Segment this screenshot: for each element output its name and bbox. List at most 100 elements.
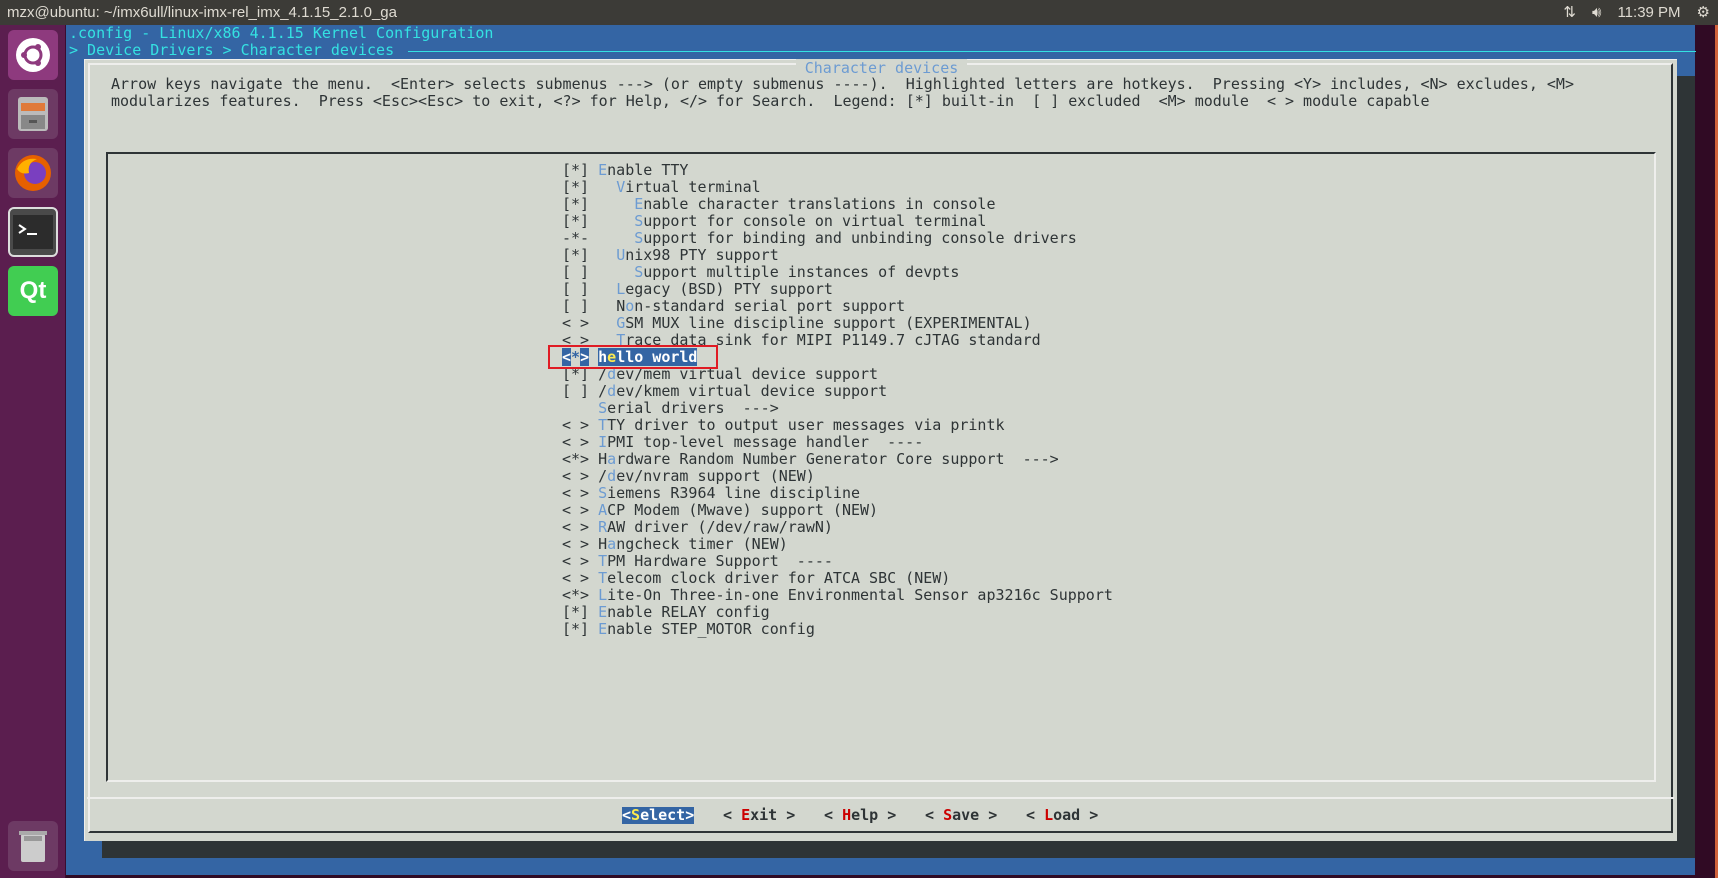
item-state[interactable]: [*] xyxy=(562,603,589,621)
item-label: Non-standard serial port support xyxy=(616,297,905,315)
menu-item[interactable]: < > GSM MUX line discipline support (EXP… xyxy=(562,315,1032,332)
item-state[interactable]: <*> xyxy=(562,450,589,468)
help-text: Arrow keys navigate the menu. <Enter> se… xyxy=(111,76,1574,110)
item-state[interactable]: < > xyxy=(562,535,589,553)
item-label: IPMI top-level message handler ---- xyxy=(598,433,923,451)
menu-item[interactable]: < > RAW driver (/dev/raw/rawN) xyxy=(562,519,833,536)
item-label: Enable TTY xyxy=(598,161,688,179)
menu-item[interactable]: < > /dev/nvram support (NEW) xyxy=(562,468,815,485)
menu-item[interactable]: < > Telecom clock driver for ATCA SBC (N… xyxy=(562,570,950,587)
menu-item[interactable]: [ ] Non-standard serial port support xyxy=(562,298,905,315)
label-text: nable STEP_MOTOR config xyxy=(607,620,815,638)
terminal-icon[interactable] xyxy=(8,207,58,257)
menu-item[interactable]: -*- Support for binding and unbinding co… xyxy=(562,230,1077,247)
item-label: Legacy (BSD) PTY support xyxy=(616,280,833,298)
menu-item[interactable]: [ ] /dev/kmem virtual device support xyxy=(562,383,887,400)
item-state[interactable]: < > xyxy=(562,501,589,519)
item-state[interactable]: < > xyxy=(562,569,589,587)
exit-button[interactable]: < Exit > xyxy=(723,807,795,824)
item-state[interactable]: [*] xyxy=(562,212,589,230)
network-updown-icon[interactable]: ⇅ xyxy=(1563,3,1576,21)
load-button[interactable]: < Load > xyxy=(1026,807,1098,824)
gear-icon[interactable]: ⚙ xyxy=(1697,3,1710,21)
item-state[interactable]: < > xyxy=(562,467,589,485)
item-state[interactable] xyxy=(562,399,589,417)
item-label: /dev/kmem virtual device support xyxy=(598,382,887,400)
item-label: /dev/nvram support (NEW) xyxy=(598,467,815,485)
menu-item[interactable]: [*] Enable TTY xyxy=(562,162,688,179)
menu-item[interactable]: < > TPM Hardware Support ---- xyxy=(562,553,833,570)
menu-item[interactable]: < > Hangcheck timer (NEW) xyxy=(562,536,788,553)
item-state[interactable]: < > xyxy=(562,416,589,434)
hotkey: R xyxy=(598,518,608,536)
label-text: nable character translations in console xyxy=(643,195,996,213)
menu-item[interactable]: < > Siemens R3964 line discipline xyxy=(562,485,860,502)
item-state[interactable]: [ ] xyxy=(562,263,589,281)
help-button[interactable]: < Help > xyxy=(824,807,896,824)
clock[interactable]: 11:39 PM xyxy=(1617,4,1680,21)
item-label: Support for binding and unbinding consol… xyxy=(634,229,1077,247)
item-state[interactable]: < > xyxy=(562,552,589,570)
ubuntu-dash-icon[interactable] xyxy=(8,30,58,80)
menu-item[interactable]: [*] Unix98 PTY support xyxy=(562,247,779,264)
menu-item[interactable]: [*] Enable character translations in con… xyxy=(562,196,995,213)
item-state[interactable]: [*] xyxy=(562,178,589,196)
item-state[interactable]: [*] xyxy=(562,246,589,264)
label-text: nix98 PTY support xyxy=(625,246,779,264)
item-state[interactable]: <*> xyxy=(562,586,589,604)
menu-item[interactable]: < > TTY driver to output user messages v… xyxy=(562,417,1005,434)
menu-item[interactable]: <*> Hardware Random Number Generator Cor… xyxy=(562,451,1059,468)
menu-item[interactable]: < > IPMI top-level message handler ---- xyxy=(562,434,923,451)
button-hotkey: E xyxy=(741,806,751,824)
item-state[interactable]: -*- xyxy=(562,229,589,247)
button-hotkey: S xyxy=(631,806,641,824)
label-text: ite-On Three-in-one Environmental Sensor… xyxy=(607,586,1113,604)
label-text: n-standard serial port support xyxy=(634,297,906,315)
trash-icon[interactable] xyxy=(8,821,58,871)
menu-item[interactable]: [*] Virtual terminal xyxy=(562,179,761,196)
menu-item[interactable]: [ ] Support multiple instances of devpts xyxy=(562,264,959,281)
item-state[interactable]: [*] xyxy=(562,620,589,638)
item-label: Lite-On Three-in-one Environmental Senso… xyxy=(598,586,1113,604)
highlight-annotation xyxy=(548,345,718,369)
button-hotkey: L xyxy=(1044,806,1054,824)
item-state[interactable]: [ ] xyxy=(562,297,589,315)
item-label: Siemens R3964 line discipline xyxy=(598,484,860,502)
menu-item[interactable]: Serial drivers ---> xyxy=(562,400,779,417)
help-line-1: Arrow keys navigate the menu. <Enter> se… xyxy=(111,75,1574,93)
qt-creator-icon[interactable]: Qt xyxy=(8,266,58,316)
hotkey: V xyxy=(616,178,626,196)
menu-item[interactable]: [ ] Legacy (BSD) PTY support xyxy=(562,281,833,298)
menu-item[interactable]: <*> Lite-On Three-in-one Environmental S… xyxy=(562,587,1113,604)
item-state[interactable]: [*] xyxy=(562,195,589,213)
label-text: PM Hardware Support ---- xyxy=(607,552,833,570)
label-text: AW driver (/dev/raw/rawN) xyxy=(607,518,833,536)
item-state[interactable]: < > xyxy=(562,433,589,451)
menu-item[interactable]: [*] Support for console on virtual termi… xyxy=(562,213,986,230)
item-state[interactable]: < > xyxy=(562,314,589,332)
firefox-icon[interactable] xyxy=(8,148,58,198)
volume-icon[interactable]: 🔊︎ xyxy=(1592,4,1601,21)
item-state[interactable]: < > xyxy=(562,484,589,502)
launcher: Qt xyxy=(0,25,66,878)
label-text: nable TTY xyxy=(607,161,689,179)
hotkey: o xyxy=(625,297,635,315)
item-state[interactable]: [ ] xyxy=(562,280,589,298)
item-state[interactable]: [*] xyxy=(562,161,589,179)
hotkey: T xyxy=(598,416,608,434)
files-icon[interactable] xyxy=(8,89,58,139)
item-label: Hangcheck timer (NEW) xyxy=(598,535,788,553)
menu-item[interactable]: [*] Enable RELAY config xyxy=(562,604,770,621)
label-text: H xyxy=(598,450,608,468)
item-label: TTY driver to output user messages via p… xyxy=(598,416,1004,434)
menu-item[interactable]: < > ACP Modem (Mwave) support (NEW) xyxy=(562,502,878,519)
item-state[interactable]: < > xyxy=(562,518,589,536)
select-button[interactable]: <Select> xyxy=(622,806,695,824)
item-state[interactable]: [ ] xyxy=(562,382,589,400)
window-title: mzx@ubuntu: ~/imx6ull/linux-imx-rel_imx_… xyxy=(7,4,397,21)
hotkey: G xyxy=(616,314,626,332)
label-text: rdware Random Number Generator Core supp… xyxy=(616,450,1059,468)
item-label: Serial drivers ---> xyxy=(598,399,779,417)
save-button[interactable]: < Save > xyxy=(925,807,997,824)
menu-item[interactable]: [*] Enable STEP_MOTOR config xyxy=(562,621,815,638)
